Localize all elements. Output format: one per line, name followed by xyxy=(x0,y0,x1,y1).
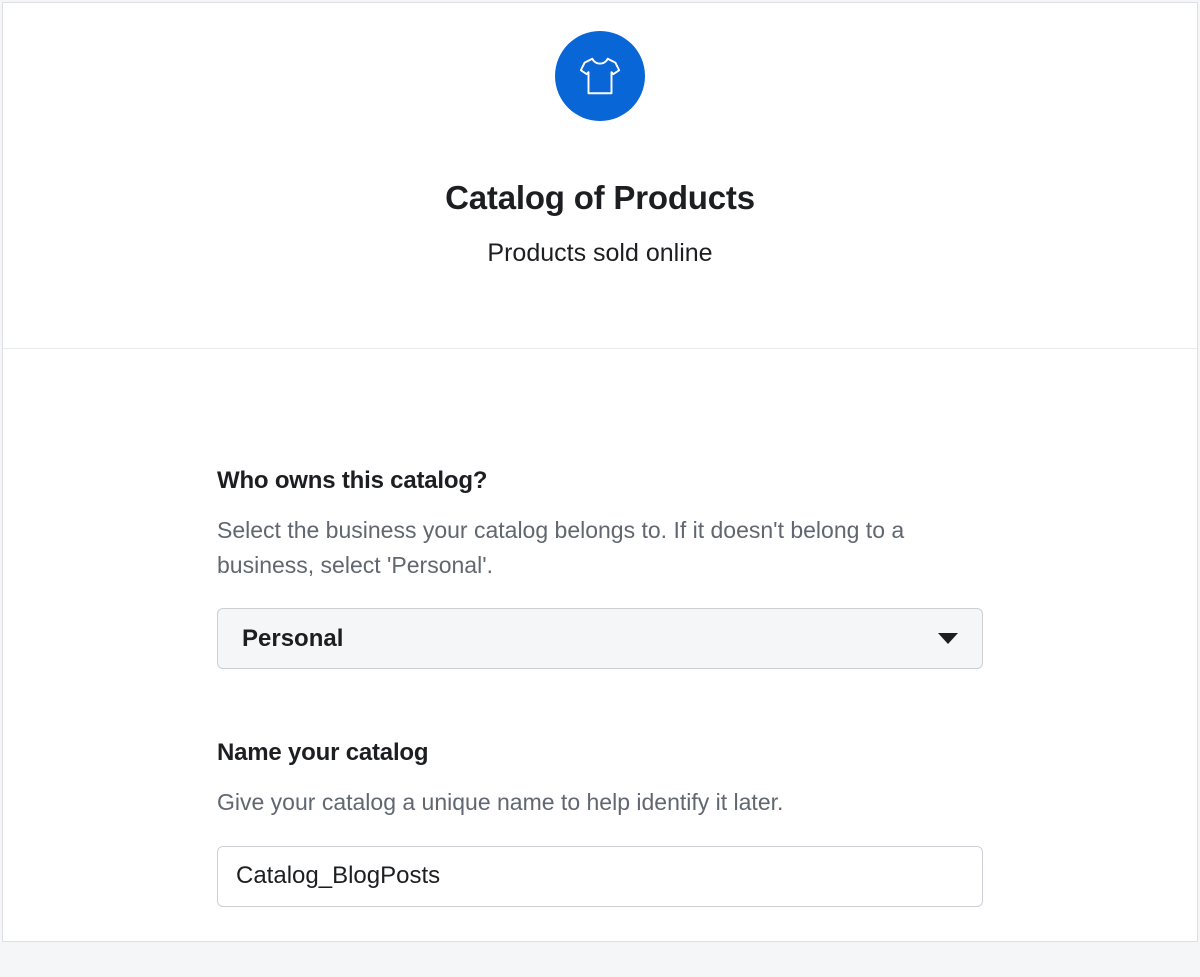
tshirt-icon xyxy=(555,31,645,121)
form-section: Who owns this catalog? Select the busine… xyxy=(3,349,1197,977)
owner-field-help: Select the business your catalog belongs… xyxy=(217,513,983,582)
owner-field-label: Who owns this catalog? xyxy=(217,467,983,495)
page-subtitle: Products sold online xyxy=(487,239,712,268)
name-field-group: Name your catalog Give your catalog a un… xyxy=(217,739,983,907)
page-title: Catalog of Products xyxy=(445,179,755,217)
catalog-create-panel: Catalog of Products Products sold online… xyxy=(2,2,1198,942)
name-field-help: Give your catalog a unique name to help … xyxy=(217,785,983,820)
owner-field-group: Who owns this catalog? Select the busine… xyxy=(217,467,983,669)
name-field-label: Name your catalog xyxy=(217,739,983,767)
catalog-name-input[interactable] xyxy=(217,846,983,907)
header-section: Catalog of Products Products sold online xyxy=(3,3,1197,349)
owner-select-value: Personal xyxy=(242,625,343,653)
caret-down-icon xyxy=(938,633,958,644)
owner-select[interactable]: Personal xyxy=(217,608,983,669)
